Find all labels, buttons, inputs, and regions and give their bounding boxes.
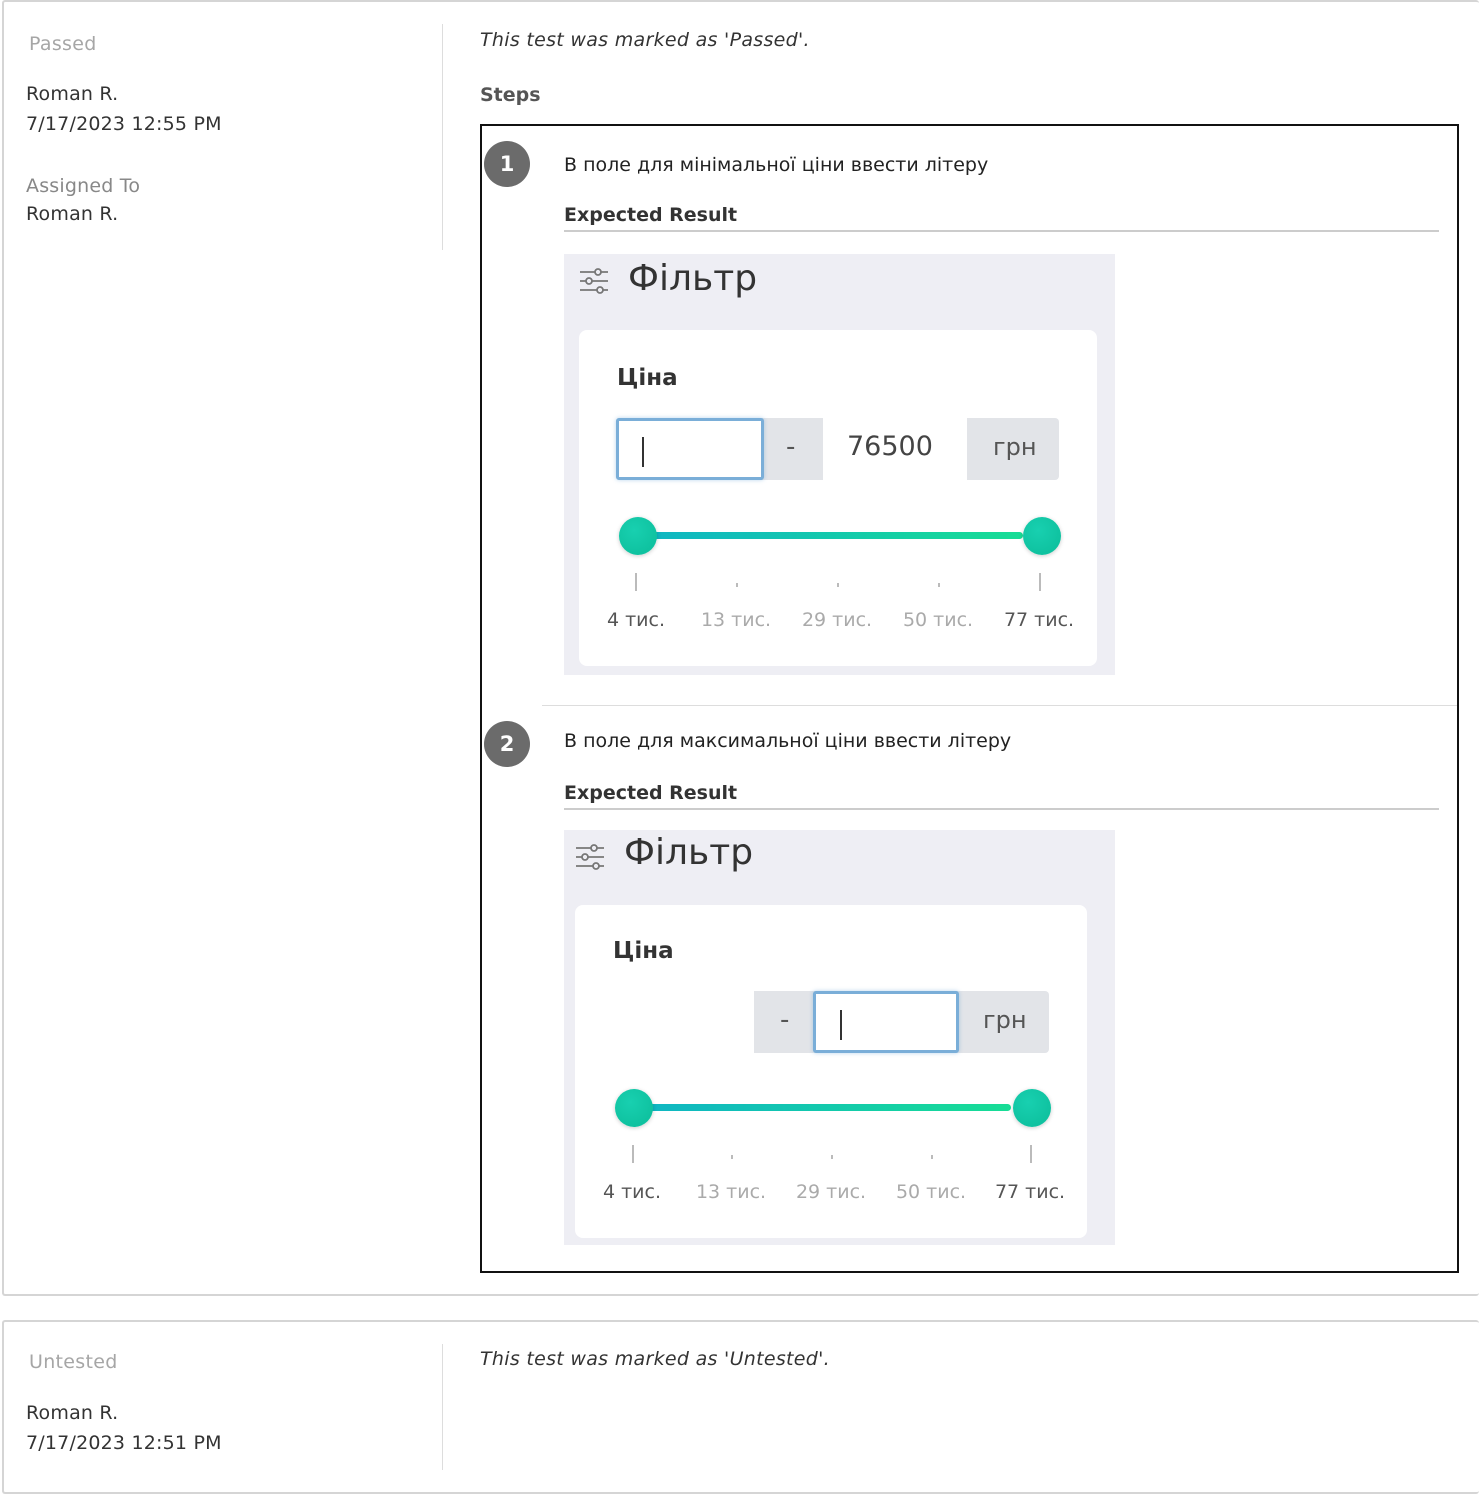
filter-title: Фільтр	[624, 832, 754, 873]
status-label: Untested	[29, 1351, 118, 1373]
slider-tick	[731, 1155, 733, 1159]
step-action-text: В поле для максимальної ціни ввести літе…	[564, 730, 1012, 752]
slider-tick-label: 4 тис.	[602, 1181, 662, 1203]
slider-tick	[635, 573, 637, 591]
column-divider	[442, 1344, 443, 1470]
min-price-input[interactable]	[612, 991, 754, 1053]
expected-result-divider	[564, 808, 1439, 810]
currency-unit: грн	[983, 1006, 1027, 1034]
max-price-input[interactable]: 76500	[823, 418, 967, 480]
result-card-untested: Untested Roman R. 7/17/2023 12:51 PM Thi…	[2, 1320, 1479, 1494]
currency-unit: грн	[993, 433, 1037, 461]
result-note: This test was marked as 'Passed'.	[480, 29, 810, 51]
text-caret	[642, 437, 644, 467]
slider-tick-label: 77 тис.	[994, 1181, 1066, 1203]
slider-tick-label: 29 тис.	[801, 609, 873, 631]
result-card-passed: Passed Roman R. 7/17/2023 12:55 PM Assig…	[2, 0, 1479, 1296]
filter-title: Фільтр	[628, 258, 758, 299]
slider-max-handle[interactable]	[1013, 1089, 1051, 1127]
range-dash: -	[786, 432, 796, 462]
price-slider-track	[637, 1104, 1011, 1111]
expected-result-label: Expected Result	[564, 204, 738, 226]
expected-result-divider	[564, 230, 1439, 232]
max-price-value: 76500	[847, 431, 933, 462]
result-datetime: 7/17/2023 12:55 PM	[26, 113, 222, 135]
slider-max-handle[interactable]	[1023, 517, 1061, 555]
step-separator	[542, 705, 1457, 706]
slider-min-handle[interactable]	[619, 517, 657, 555]
slider-tick-label: 77 тис.	[1003, 609, 1075, 631]
slider-tick	[1039, 573, 1041, 591]
expected-result-image: Фільтр Ціна - 76500 грн 4 тис. 13 тис. 2…	[564, 254, 1115, 675]
price-label: Ціна	[613, 938, 674, 964]
slider-tick-label: 4 тис.	[606, 609, 666, 631]
text-caret	[840, 1010, 842, 1040]
status-label: Passed	[29, 33, 97, 55]
expected-result-label: Expected Result	[564, 782, 738, 804]
result-user: Roman R.	[26, 83, 119, 105]
max-price-input[interactable]	[813, 991, 959, 1053]
result-user: Roman R.	[26, 1402, 119, 1424]
step-number-badge: 2	[484, 721, 530, 767]
slider-tick-label: 50 тис.	[902, 609, 974, 631]
slider-tick-label: 29 тис.	[795, 1181, 867, 1203]
slider-tick	[938, 583, 940, 587]
step-number-badge: 1	[484, 141, 530, 187]
sliders-icon	[580, 268, 608, 294]
sliders-icon	[576, 844, 604, 870]
expected-result-image: Фільтр Ціна - грн 4 тис. 13 тис. 29 тис.…	[564, 830, 1115, 1245]
result-datetime: 7/17/2023 12:51 PM	[26, 1432, 222, 1454]
slider-min-handle[interactable]	[615, 1089, 653, 1127]
slider-tick-label: 13 тис.	[700, 609, 772, 631]
assigned-to-value: Roman R.	[26, 203, 119, 225]
slider-tick-label: 50 тис.	[895, 1181, 967, 1203]
result-note: This test was marked as 'Untested'.	[480, 1348, 831, 1370]
slider-tick	[831, 1155, 833, 1159]
assigned-to-label: Assigned To	[26, 175, 141, 197]
price-range-inputs: - 76500 грн	[616, 418, 1059, 480]
range-dash: -	[780, 1005, 790, 1035]
slider-tick	[1030, 1145, 1032, 1163]
slider-tick	[931, 1155, 933, 1159]
min-price-input[interactable]	[616, 418, 764, 480]
price-filter-panel: Ціна - грн 4 тис. 13 тис. 29 тис. 50 тис…	[575, 905, 1087, 1238]
steps-list: 1 В поле для мінімальної ціни ввести літ…	[480, 124, 1459, 1273]
price-slider-track	[640, 532, 1023, 539]
price-label: Ціна	[617, 365, 678, 391]
price-filter-panel: Ціна - 76500 грн 4 тис. 13 тис. 29 тис. …	[579, 330, 1097, 666]
column-divider	[442, 24, 443, 250]
steps-heading: Steps	[480, 84, 541, 106]
slider-tick	[632, 1145, 634, 1163]
step-action-text: В поле для мінімальної ціни ввести літер…	[564, 154, 989, 176]
slider-tick-label: 13 тис.	[695, 1181, 767, 1203]
slider-tick	[837, 583, 839, 587]
price-range-inputs: - грн	[612, 991, 1049, 1053]
slider-tick	[736, 583, 738, 587]
